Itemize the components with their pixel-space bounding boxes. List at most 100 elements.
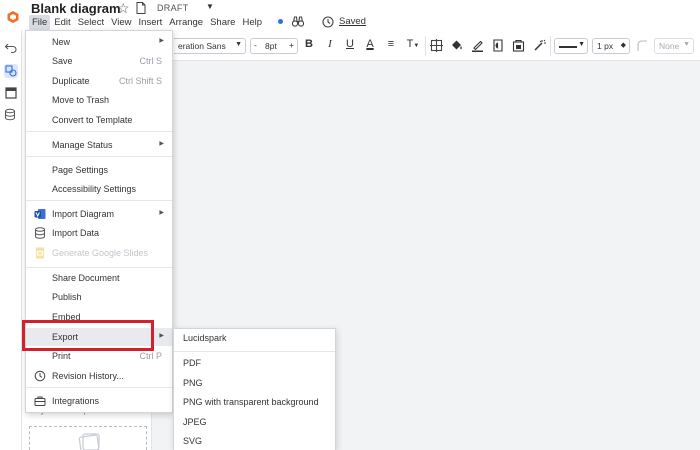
chevron-down-icon: ▼ — [413, 43, 420, 49]
file-menu-new-label: New — [52, 37, 71, 47]
chevron-right-icon: ▶ — [159, 38, 164, 44]
image-fill-icon[interactable] — [512, 39, 525, 52]
file-menu-convert-to-template[interactable]: Convert to Template — [26, 111, 172, 129]
font-family-value: eration Sans — [178, 41, 226, 51]
file-menu-revision-label: Revision History... — [52, 371, 124, 381]
file-menu-integrations-label: Integrations — [52, 396, 100, 406]
file-menu-move-to-trash[interactable]: Move to Trash — [26, 91, 172, 109]
chevron-right-icon: ▶ — [159, 210, 164, 216]
shapes-icon[interactable] — [4, 64, 18, 78]
file-menu-accessibility-settings[interactable]: Accessibility Settings — [26, 180, 172, 198]
file-menu-duplicate[interactable]: Duplicate Ctrl Shift S — [26, 72, 172, 90]
line-style-select[interactable]: ▼ — [554, 38, 588, 54]
database-icon — [35, 227, 45, 239]
file-menu-revision-history[interactable]: Revision History... — [26, 367, 172, 385]
text-color-button[interactable]: A — [364, 38, 376, 54]
underline-button[interactable]: U — [344, 38, 356, 54]
fill-color-icon[interactable] — [450, 39, 463, 52]
file-menu-save[interactable]: Save Ctrl S — [26, 52, 172, 70]
binoculars-icon[interactable] — [292, 16, 304, 27]
menu-help[interactable]: Help — [239, 15, 265, 30]
file-menu-new[interactable]: New ▶ — [26, 33, 172, 51]
endpoint-value: None — [659, 41, 680, 51]
menu-arrange[interactable]: Arrange — [166, 15, 206, 30]
export-jpeg[interactable]: JPEG — [183, 417, 207, 427]
file-menu-duplicate-label: Duplicate — [52, 76, 90, 86]
chevron-down-icon: ▼ — [235, 41, 242, 48]
export-svg[interactable]: SVG — [183, 436, 202, 446]
google-slides-icon — [36, 247, 44, 259]
line-width-select[interactable]: 1 px ◆ — [592, 38, 630, 54]
toolbar-divider — [425, 36, 426, 56]
endpoint-select[interactable]: None ▼ — [654, 38, 694, 54]
file-menu-generate-google-slides: Generate Google Slides — [26, 244, 172, 262]
menu-insert[interactable]: Insert — [136, 15, 166, 30]
clock-icon[interactable] — [322, 16, 334, 28]
export-png-transparent[interactable]: PNG with transparent background — [183, 397, 319, 407]
menu-view[interactable]: View — [108, 15, 134, 30]
notification-dot — [278, 19, 283, 24]
data-icon[interactable] — [4, 108, 18, 122]
align-button[interactable]: ≡ — [385, 38, 397, 54]
file-menu-manage-status[interactable]: Manage Status ▶ — [26, 136, 172, 154]
menu-edit[interactable]: Edit — [51, 15, 73, 30]
saved-shapes-drop-area[interactable] — [29, 426, 147, 450]
export-png[interactable]: PNG — [183, 378, 203, 388]
menu-divider — [174, 351, 335, 352]
file-menu-integrations[interactable]: Integrations — [26, 392, 172, 410]
line-width-value: 1 px — [597, 41, 614, 51]
shadow-icon[interactable] — [492, 39, 504, 52]
file-menu-import-data-label: Import Data — [52, 228, 100, 238]
document-title[interactable]: Blank diagram — [31, 1, 121, 16]
file-menu-publish[interactable]: Publish — [26, 288, 172, 306]
document-icon[interactable] — [136, 2, 146, 14]
file-menu-dropdown: New ▶ Save Ctrl S Duplicate Ctrl Shift S… — [25, 30, 173, 413]
chevron-down-icon[interactable]: ▼ — [206, 2, 214, 11]
file-menu-import-diagram[interactable]: Import Diagram ▶ — [26, 205, 172, 223]
file-menu-page-settings[interactable]: Page Settings — [26, 161, 172, 179]
font-family-select[interactable]: eration Sans ▼ — [174, 38, 246, 54]
file-menu-import-data[interactable]: Import Data — [26, 224, 172, 242]
file-menu-publish-label: Publish — [52, 292, 82, 302]
file-menu-share-document[interactable]: Share Document — [26, 269, 172, 287]
menu-divider — [26, 387, 172, 388]
lucid-logo-icon — [7, 11, 19, 23]
font-size-stepper[interactable]: - 8pt + — [250, 38, 298, 54]
line-color-icon[interactable] — [471, 39, 484, 52]
file-menu-status-label: Manage Status — [52, 140, 113, 150]
menu-file[interactable]: File — [29, 15, 51, 30]
left-icon-rail — [0, 30, 22, 450]
file-menu-share-label: Share Document — [52, 273, 120, 283]
page-icon[interactable] — [4, 86, 18, 100]
shortcut-label: Ctrl Shift S — [118, 76, 162, 86]
shortcut-label: Ctrl P — [139, 351, 163, 361]
italic-button[interactable]: I — [324, 38, 336, 54]
file-menu-save-label: Save — [52, 56, 73, 66]
chevron-down-icon: ▼ — [578, 41, 585, 48]
increase-font-button[interactable]: + — [289, 40, 294, 50]
bold-button[interactable]: B — [303, 38, 315, 54]
undo-icon[interactable] — [4, 40, 18, 54]
menu-divider — [26, 131, 172, 132]
menu-share[interactable]: Share — [207, 15, 238, 30]
export-lucidspark[interactable]: Lucidspark — [183, 333, 227, 343]
file-menu-trash-label: Move to Trash — [52, 95, 110, 105]
crosshair-icon[interactable] — [430, 39, 443, 52]
file-menu-google-slides-label: Generate Google Slides — [52, 248, 149, 258]
file-menu-page-settings-label: Page Settings — [52, 165, 109, 175]
font-size-value[interactable]: 8pt — [265, 41, 277, 51]
decrease-font-button[interactable]: - — [254, 40, 257, 50]
export-pdf[interactable]: PDF — [183, 358, 201, 368]
file-menu-import-diagram-label: Import Diagram — [52, 209, 115, 219]
magic-wand-icon[interactable] — [533, 39, 546, 52]
chevron-right-icon: ▶ — [159, 333, 164, 339]
saved-status-link[interactable]: Saved — [339, 16, 366, 27]
connector-style-icon[interactable] — [636, 39, 648, 52]
menu-divider — [26, 267, 172, 268]
text-options-button[interactable]: T▼ — [404, 38, 422, 54]
status-badge[interactable]: DRAFT — [157, 3, 189, 13]
line-style-preview — [559, 46, 577, 48]
file-menu-template-label: Convert to Template — [52, 115, 133, 125]
menu-select[interactable]: Select — [75, 15, 107, 30]
file-menu-print-label: Print — [52, 351, 71, 361]
